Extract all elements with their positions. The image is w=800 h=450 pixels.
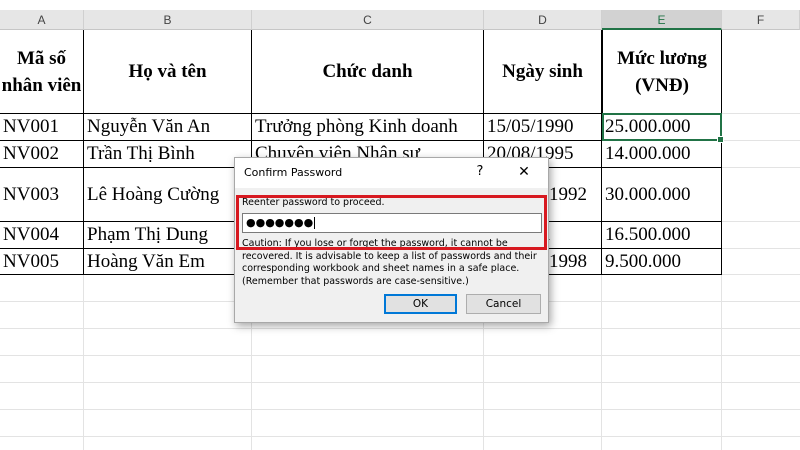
table-cell[interactable]: Trần Thị Bình <box>84 141 252 168</box>
header-cell-full-name[interactable]: Họ và tên <box>84 30 252 114</box>
header-cell-birth-date[interactable]: Ngày sinh <box>484 30 602 114</box>
table-cell[interactable]: 9.500.000 <box>602 249 722 275</box>
column-header-e[interactable]: E <box>602 10 722 30</box>
column-header-d[interactable]: D <box>484 10 602 30</box>
header-cell-employee-id[interactable]: Mã số nhân viên <box>0 30 84 114</box>
password-input[interactable]: ●●●●●●● <box>242 213 542 233</box>
table-cell[interactable]: Lê Hoàng Cường <box>84 168 252 222</box>
table-cell[interactable]: Phạm Thị Dung <box>84 222 252 249</box>
table-cell[interactable]: NV001 <box>0 114 84 141</box>
table-cell[interactable]: NV004 <box>0 222 84 249</box>
dialog-titlebar[interactable]: Confirm Password ? ✕ <box>235 158 548 188</box>
table-cell[interactable]: NV002 <box>0 141 84 168</box>
header-cell-job-title[interactable]: Chức danh <box>252 30 484 114</box>
ok-button[interactable]: OK <box>384 294 457 314</box>
dialog-title: Confirm Password <box>244 166 343 179</box>
confirm-password-dialog: Confirm Password ? ✕ Reenter password to… <box>234 157 549 323</box>
table-cell[interactable]: 30.000.000 <box>602 168 722 222</box>
table-cell[interactable]: 25.000.000 <box>602 114 722 141</box>
column-header-f[interactable]: F <box>722 10 800 30</box>
header-cell-salary[interactable]: Mức lương (VNĐ) <box>602 30 722 114</box>
table-cell[interactable]: Hoàng Văn Em <box>84 249 252 275</box>
table-cell[interactable]: NV003 <box>0 168 84 222</box>
cancel-button[interactable]: Cancel <box>466 294 541 314</box>
text-caret <box>314 217 316 229</box>
help-icon[interactable]: ? <box>470 161 490 183</box>
table-cell[interactable]: 16.500.000 <box>602 222 722 249</box>
column-header-a[interactable]: A <box>0 10 84 30</box>
caution-text: Caution: If you lose or forget the passw… <box>242 238 537 287</box>
table-cell[interactable]: NV005 <box>0 249 84 275</box>
column-header-c[interactable]: C <box>252 10 484 30</box>
password-mask: ●●●●●●● <box>246 216 314 229</box>
table-cell[interactable]: Trưởng phòng Kinh doanh <box>252 114 484 141</box>
close-icon[interactable]: ✕ <box>510 161 538 183</box>
table-cell[interactable]: 14.000.000 <box>602 141 722 168</box>
column-header-b[interactable]: B <box>84 10 252 30</box>
reenter-password-label: Reenter password to proceed. <box>242 197 385 208</box>
table-cell[interactable]: Nguyễn Văn An <box>84 114 252 141</box>
table-cell[interactable]: 15/05/1990 <box>484 114 602 141</box>
